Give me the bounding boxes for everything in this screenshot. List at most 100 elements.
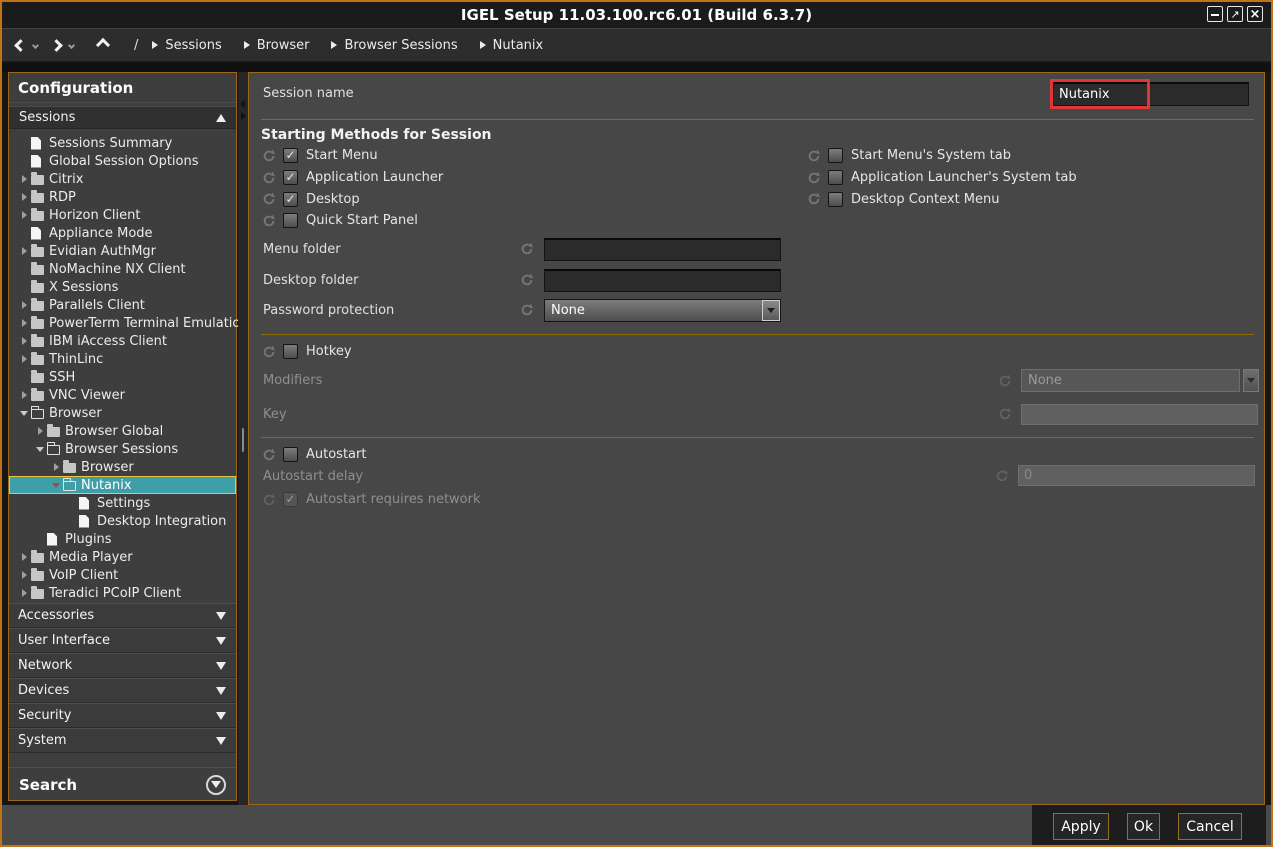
tree-item[interactable]: NoMachine NX Client — [9, 260, 236, 278]
expand-arrow-icon[interactable] — [17, 355, 31, 363]
password-protection-select[interactable]: None — [544, 299, 781, 322]
expand-arrow-icon[interactable] — [17, 175, 31, 183]
expand-arrow-icon[interactable] — [17, 571, 31, 579]
menu-folder-input[interactable] — [544, 238, 781, 261]
maximize-button[interactable]: ↗ — [1227, 6, 1243, 22]
sidebar-scrollbar[interactable] — [238, 72, 248, 805]
ok-button[interactable]: Ok — [1127, 813, 1160, 840]
up-button[interactable] — [96, 38, 110, 52]
autostart-checkbox[interactable]: ✓ — [283, 447, 298, 462]
tree-item[interactable]: RDP — [9, 188, 236, 206]
tree-item[interactable]: Citrix — [9, 170, 236, 188]
dropdown-arrow-icon[interactable] — [762, 300, 780, 321]
tree-item[interactable]: Desktop Integration — [9, 512, 236, 530]
sidebar-section-system[interactable]: System — [9, 728, 236, 753]
expand-arrow-icon[interactable] — [49, 483, 63, 488]
expand-arrow-icon[interactable] — [17, 211, 31, 219]
tree-item[interactable]: Browser — [9, 404, 236, 422]
key-input[interactable] — [1021, 404, 1258, 425]
reset-icon[interactable] — [519, 272, 535, 288]
breadcrumb-browser-sessions[interactable]: Browser Sessions — [331, 38, 457, 53]
forward-button[interactable] — [50, 39, 63, 52]
tree-item[interactable]: Parallels Client — [9, 296, 236, 314]
tree-item[interactable]: VoIP Client — [9, 566, 236, 584]
reset-icon[interactable] — [806, 148, 822, 164]
reset-icon[interactable] — [806, 191, 822, 207]
tree-item[interactable]: Horizon Client — [9, 206, 236, 224]
cancel-button[interactable]: Cancel — [1178, 813, 1242, 840]
forward-history-dropdown-icon[interactable] — [68, 41, 75, 48]
tree-item[interactable]: Appliance Mode — [9, 224, 236, 242]
tree-item[interactable]: IBM iAccess Client — [9, 332, 236, 350]
tree-item[interactable]: Evidian AuthMgr — [9, 242, 236, 260]
breadcrumb-sessions[interactable]: Sessions — [152, 38, 221, 53]
expand-arrow-icon[interactable] — [17, 411, 31, 416]
checkbox[interactable]: ✓ — [283, 213, 298, 228]
checkbox[interactable]: ✓ — [283, 192, 298, 207]
reset-icon[interactable] — [997, 406, 1013, 422]
search-expand-icon[interactable] — [206, 775, 226, 795]
search-section[interactable]: Search — [9, 767, 236, 801]
expand-arrow-icon[interactable] — [17, 337, 31, 345]
checkbox[interactable]: ✓ — [283, 170, 298, 185]
autostart-requires-network-checkbox[interactable]: ✓ — [283, 492, 298, 507]
tree-item[interactable]: ThinLinc — [9, 350, 236, 368]
reset-icon[interactable] — [806, 170, 822, 186]
tree-item[interactable]: Plugins — [9, 530, 236, 548]
expand-arrow-icon[interactable] — [17, 589, 31, 597]
modifiers-dropdown-arrow-icon[interactable] — [1243, 369, 1259, 392]
tree-item[interactable]: Sessions Summary — [9, 134, 236, 152]
autostart-delay-input[interactable] — [1018, 465, 1255, 486]
reset-icon[interactable] — [261, 447, 277, 463]
tree-item[interactable]: X Sessions — [9, 278, 236, 296]
reset-icon[interactable] — [519, 302, 535, 318]
hotkey-checkbox[interactable]: ✓ — [283, 344, 298, 359]
apply-button[interactable]: Apply — [1053, 813, 1109, 840]
reset-icon[interactable] — [261, 344, 277, 360]
expand-arrow-icon[interactable] — [49, 463, 63, 471]
expand-arrow-icon[interactable] — [17, 301, 31, 309]
checkbox[interactable]: ✓ — [828, 192, 843, 207]
tree-item[interactable]: Teradici PCoIP Client — [9, 584, 236, 602]
expand-arrow-icon[interactable] — [17, 319, 31, 327]
tree-item[interactable]: PowerTerm Terminal Emulation — [9, 314, 236, 332]
expand-arrow-icon[interactable] — [33, 427, 47, 435]
modifiers-select[interactable]: None — [1021, 369, 1240, 392]
expand-arrow-icon[interactable] — [17, 391, 31, 399]
tree-item[interactable]: Nutanix — [9, 476, 236, 494]
sidebar-section-security[interactable]: Security — [9, 703, 236, 728]
tree-item[interactable]: SSH — [9, 368, 236, 386]
scroll-right-icon[interactable] — [241, 112, 246, 120]
tree-item[interactable]: Browser Global — [9, 422, 236, 440]
reset-icon[interactable] — [519, 241, 535, 257]
sidebar-section-user-interface[interactable]: User Interface — [9, 628, 236, 653]
breadcrumb-nutanix[interactable]: Nutanix — [480, 38, 544, 53]
reset-icon[interactable] — [994, 468, 1010, 484]
checkbox[interactable]: ✓ — [283, 148, 298, 163]
expand-arrow-icon[interactable] — [17, 193, 31, 201]
expand-arrow-icon[interactable] — [17, 247, 31, 255]
checkbox[interactable]: ✓ — [828, 170, 843, 185]
reset-icon[interactable] — [261, 170, 277, 186]
reset-icon[interactable] — [261, 492, 277, 508]
tree-item[interactable]: VNC Viewer — [9, 386, 236, 404]
tree-item[interactable]: Browser Sessions — [9, 440, 236, 458]
tree-item[interactable]: Settings — [9, 494, 236, 512]
expand-arrow-icon[interactable] — [33, 447, 47, 452]
back-history-dropdown-icon[interactable] — [32, 41, 39, 48]
sidebar-section-devices[interactable]: Devices — [9, 678, 236, 703]
checkbox[interactable]: ✓ — [828, 148, 843, 163]
sessions-section-header[interactable]: Sessions — [9, 106, 236, 129]
breadcrumb-browser[interactable]: Browser — [244, 38, 310, 53]
tree-item[interactable]: Global Session Options — [9, 152, 236, 170]
expand-arrow-icon[interactable] — [17, 553, 31, 561]
scrollbar-thumb[interactable] — [242, 428, 244, 452]
reset-icon[interactable] — [997, 373, 1013, 389]
close-button[interactable]: × — [1247, 6, 1263, 22]
sidebar-section-network[interactable]: Network — [9, 653, 236, 678]
session-name-input[interactable] — [1053, 82, 1249, 106]
sidebar-section-accessories[interactable]: Accessories — [9, 603, 236, 628]
minimize-button[interactable] — [1207, 6, 1223, 22]
scroll-left-icon[interactable] — [240, 100, 245, 108]
reset-icon[interactable] — [261, 191, 277, 207]
